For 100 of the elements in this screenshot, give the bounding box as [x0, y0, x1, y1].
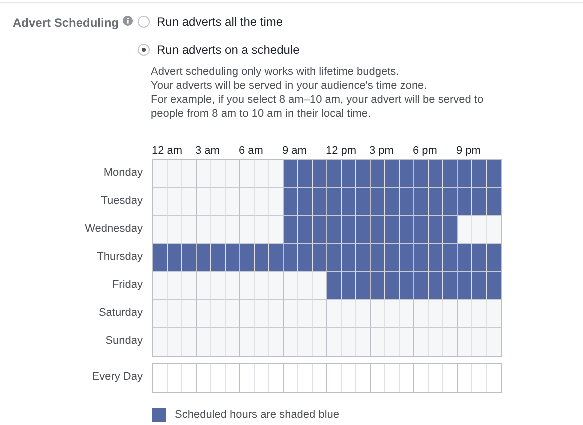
hour-cell[interactable] — [196, 364, 211, 392]
hour-cell[interactable] — [226, 188, 240, 216]
hour-cell[interactable] — [472, 188, 486, 216]
hour-cell[interactable] — [312, 216, 327, 244]
hour-cell[interactable] — [458, 244, 472, 272]
hour-cell[interactable] — [385, 244, 400, 272]
hour-cell[interactable] — [153, 300, 168, 328]
hour-cell[interactable] — [400, 300, 414, 328]
hour-cell[interactable] — [211, 216, 226, 244]
hour-cell[interactable] — [226, 328, 240, 356]
hour-cell[interactable] — [472, 300, 486, 328]
hour-cell[interactable] — [458, 300, 472, 328]
hour-cell[interactable] — [414, 160, 428, 188]
radio-button[interactable] — [138, 44, 150, 56]
hour-cell[interactable] — [168, 188, 182, 216]
hour-cell[interactable] — [458, 272, 472, 300]
hour-cell[interactable] — [428, 188, 443, 216]
hour-cell[interactable] — [370, 216, 385, 244]
hour-cell[interactable] — [298, 188, 312, 216]
hour-cell[interactable] — [327, 300, 342, 328]
hour-cell[interactable] — [342, 328, 356, 356]
hour-cell[interactable] — [284, 188, 298, 216]
hour-cell[interactable] — [254, 188, 269, 216]
hour-cell[interactable] — [168, 300, 182, 328]
hour-cell[interactable] — [356, 216, 370, 244]
hour-cell[interactable] — [298, 272, 312, 300]
hour-cell[interactable] — [168, 216, 182, 244]
hour-cell[interactable] — [414, 300, 428, 328]
hour-cell[interactable] — [211, 272, 226, 300]
hour-cell[interactable] — [254, 244, 269, 272]
hour-cell[interactable] — [428, 300, 443, 328]
hour-cell[interactable] — [284, 364, 298, 392]
hour-cell[interactable] — [472, 328, 486, 356]
hour-cell[interactable] — [298, 328, 312, 356]
hour-cell[interactable] — [370, 328, 385, 356]
hour-cell[interactable] — [312, 364, 327, 392]
hour-cell[interactable] — [182, 328, 196, 356]
hour-cell[interactable] — [370, 188, 385, 216]
hour-cell[interactable] — [356, 328, 370, 356]
hour-cell[interactable] — [269, 244, 284, 272]
hour-cell[interactable] — [182, 300, 196, 328]
hour-cell[interactable] — [168, 272, 182, 300]
hour-cell[interactable] — [400, 364, 414, 392]
hour-cell[interactable] — [182, 216, 196, 244]
hour-cell[interactable] — [400, 244, 414, 272]
hour-cell[interactable] — [182, 244, 196, 272]
hour-cell[interactable] — [342, 216, 356, 244]
hour-cell[interactable] — [196, 328, 211, 356]
hour-cell[interactable] — [342, 364, 356, 392]
hour-cell[interactable] — [254, 328, 269, 356]
hour-cell[interactable] — [254, 216, 269, 244]
hour-cell[interactable] — [211, 300, 226, 328]
hour-cell[interactable] — [414, 244, 428, 272]
hour-cell[interactable] — [486, 244, 501, 272]
hour-cell[interactable] — [486, 272, 501, 300]
hour-cell[interactable] — [327, 160, 342, 188]
hour-cell[interactable] — [153, 216, 168, 244]
hour-cell[interactable] — [168, 244, 182, 272]
hour-cell[interactable] — [284, 160, 298, 188]
hour-cell[interactable] — [312, 244, 327, 272]
hour-cell[interactable] — [342, 300, 356, 328]
hour-cell[interactable] — [254, 272, 269, 300]
hour-cell[interactable] — [472, 244, 486, 272]
hour-cell[interactable] — [168, 160, 182, 188]
hour-cell[interactable] — [327, 272, 342, 300]
hour-cell[interactable] — [240, 216, 254, 244]
hour-cell[interactable] — [370, 364, 385, 392]
hour-cell[interactable] — [356, 188, 370, 216]
hour-cell[interactable] — [443, 300, 458, 328]
hour-cell[interactable] — [312, 328, 327, 356]
hour-cell[interactable] — [486, 160, 501, 188]
hour-cell[interactable] — [196, 188, 211, 216]
hour-cell[interactable] — [356, 244, 370, 272]
hour-cell[interactable] — [240, 272, 254, 300]
hour-cell[interactable] — [458, 364, 472, 392]
hour-cell[interactable] — [370, 160, 385, 188]
hour-cell[interactable] — [472, 216, 486, 244]
hour-cell[interactable] — [153, 244, 168, 272]
hour-cell[interactable] — [240, 328, 254, 356]
hour-cell[interactable] — [153, 160, 168, 188]
hour-cell[interactable] — [400, 188, 414, 216]
radio-button[interactable] — [138, 16, 150, 28]
hour-cell[interactable] — [443, 216, 458, 244]
hour-cell[interactable] — [443, 160, 458, 188]
hour-cell[interactable] — [226, 364, 240, 392]
hour-cell[interactable] — [269, 328, 284, 356]
hour-cell[interactable] — [385, 188, 400, 216]
hour-cell[interactable] — [312, 300, 327, 328]
hour-cell[interactable] — [327, 216, 342, 244]
hour-cell[interactable] — [472, 272, 486, 300]
hour-cell[interactable] — [428, 216, 443, 244]
hour-cell[interactable] — [385, 216, 400, 244]
hour-cell[interactable] — [458, 216, 472, 244]
hour-cell[interactable] — [400, 328, 414, 356]
hour-cell[interactable] — [370, 300, 385, 328]
hour-cell[interactable] — [211, 244, 226, 272]
hour-cell[interactable] — [443, 328, 458, 356]
hour-cell[interactable] — [385, 328, 400, 356]
hour-cell[interactable] — [182, 272, 196, 300]
hour-cell[interactable] — [284, 216, 298, 244]
